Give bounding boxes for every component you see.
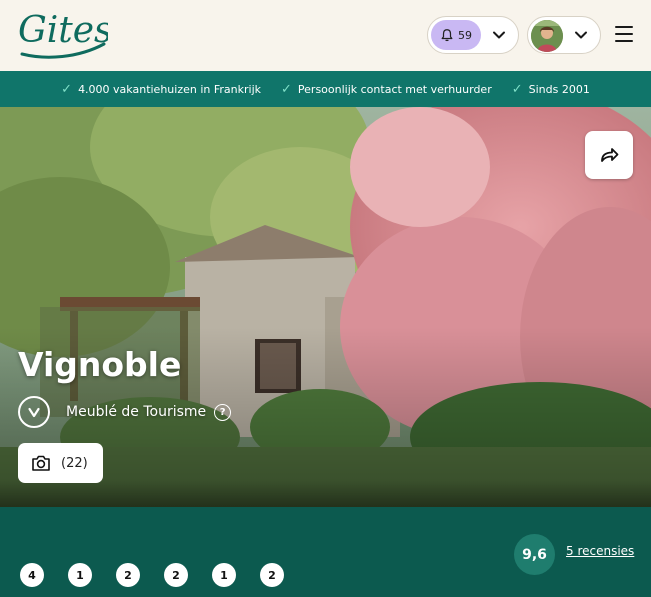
reviews-link[interactable]: 5 recensies	[566, 544, 634, 558]
photos-button[interactable]: (22)	[18, 443, 103, 483]
usp-label: Persoonlijk contact met verhuurder	[297, 82, 492, 96]
bell-icon	[441, 29, 453, 42]
site-header: Gites 59	[0, 0, 651, 71]
notifications-button[interactable]: 59	[427, 16, 519, 54]
fact-badge: 4	[20, 563, 44, 587]
rating-score: 9,6	[514, 534, 555, 575]
camera-icon	[32, 455, 50, 471]
quality-label-text: Meublé de Tourisme	[66, 404, 207, 420]
check-icon: ✓	[61, 81, 73, 97]
gites-logo[interactable]: Gites	[16, 8, 113, 62]
usp-label: Sinds 2001	[528, 82, 590, 96]
check-icon: ✓	[511, 81, 523, 97]
help-icon[interactable]: ?	[214, 403, 232, 421]
usp-item: ✓ Sinds 2001	[512, 82, 590, 97]
checkmark-badge-icon	[18, 396, 50, 428]
fact-badge: 2	[260, 563, 284, 587]
account-button[interactable]	[527, 16, 601, 54]
usp-label: 4.000 vakantiehuizen in Frankrijk	[78, 82, 261, 96]
hero-image[interactable]: Vignoble Meublé de Tourisme ? (22)	[0, 107, 651, 507]
fact-badge: 1	[68, 563, 92, 587]
notifications-count: 59	[458, 28, 472, 42]
quality-label: Meublé de Tourisme ?	[18, 396, 232, 428]
gites-logo-mark: Gites	[18, 10, 113, 59]
share-button[interactable]	[585, 131, 633, 179]
fact-badge: 2	[164, 563, 188, 587]
share-arrow-icon	[601, 148, 619, 162]
fact-badge: 2	[116, 563, 140, 587]
usp-item: ✓ 4.000 vakantiehuizen in Frankrijk	[61, 82, 261, 97]
check-icon: ✓	[281, 81, 292, 97]
usp-bar: ✓ 4.000 vakantiehuizen in Frankrijk ✓ Pe…	[0, 71, 651, 107]
photos-count: (22)	[61, 455, 88, 471]
property-summary: 9,6 5 recensies 4 1 2 2 1 2	[0, 507, 651, 597]
avatar	[531, 20, 563, 52]
logo-text: Gites	[18, 10, 108, 51]
chevron-down-icon	[575, 31, 587, 39]
property-facts: 4 1 2 2 1 2	[20, 563, 308, 587]
hamburger-icon[interactable]	[615, 26, 633, 42]
fact-badge: 1	[212, 563, 236, 587]
notifications-badge: 59	[431, 20, 481, 50]
chevron-down-icon	[493, 31, 505, 39]
usp-item: ✓ Persoonlijk contact met verhuurder	[281, 82, 492, 97]
property-title: Vignoble	[18, 345, 182, 384]
